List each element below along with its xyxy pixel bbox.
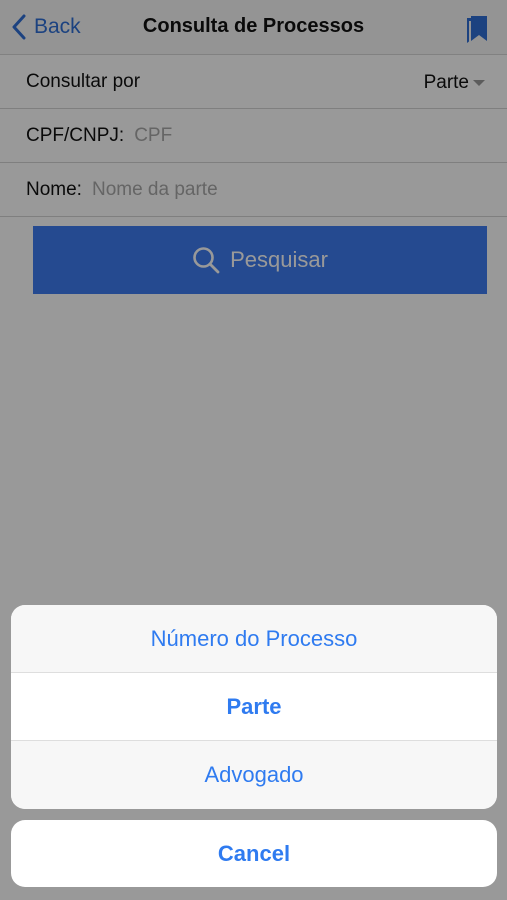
option-advogado[interactable]: Advogado [11, 741, 497, 809]
cancel-button[interactable]: Cancel [11, 820, 497, 887]
action-sheet: Número do Processo Parte Advogado [11, 605, 497, 809]
option-numero-do-processo[interactable]: Número do Processo [11, 605, 497, 673]
option-parte[interactable]: Parte [11, 673, 497, 741]
